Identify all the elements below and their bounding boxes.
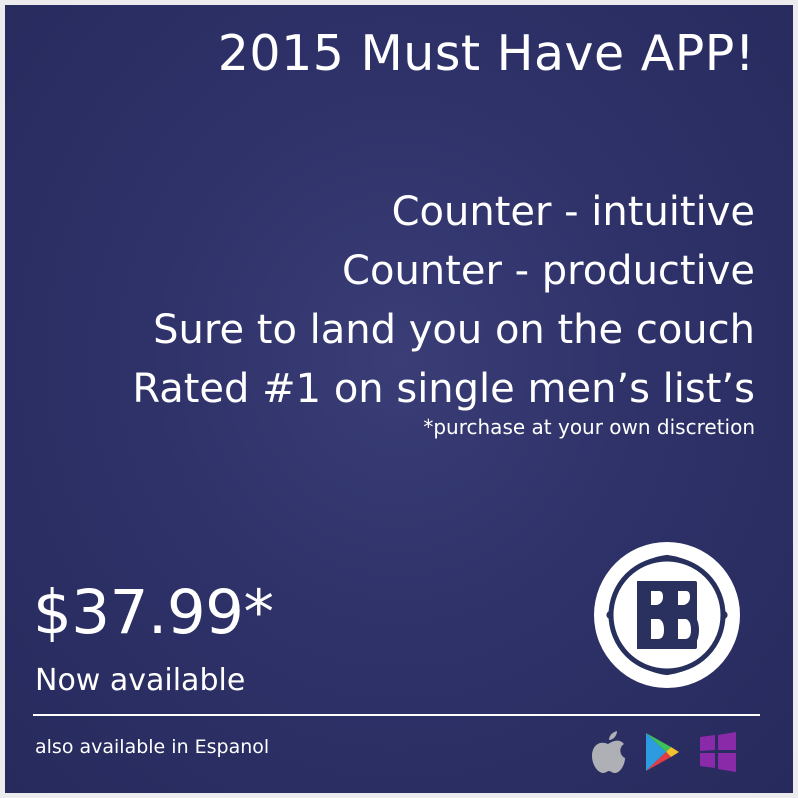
feature-list: Counter - intuitive Counter - productive… [132,183,755,419]
feature-item: Sure to land you on the couch [153,307,755,353]
app-ad-card: 2015 Must Have APP! Counter - intuitive … [5,5,793,793]
feature-item: Counter - intuitive [391,189,755,235]
section-divider [33,714,760,716]
price: $37.99* [33,577,274,648]
availability-text: Now available [35,663,246,698]
google-play-icon [646,733,679,771]
headline: 2015 Must Have APP! [217,25,755,82]
feature-item: Rated #1 on single men’s list’s [132,366,755,412]
bb-monogram-logo-icon [594,542,740,688]
feature-item: Counter - productive [342,248,755,294]
language-availability: also available in Espanol [35,736,270,758]
purchase-disclaimer: *purchase at your own discretion [423,415,755,439]
windows-icon [700,732,736,772]
apple-icon [592,731,625,773]
